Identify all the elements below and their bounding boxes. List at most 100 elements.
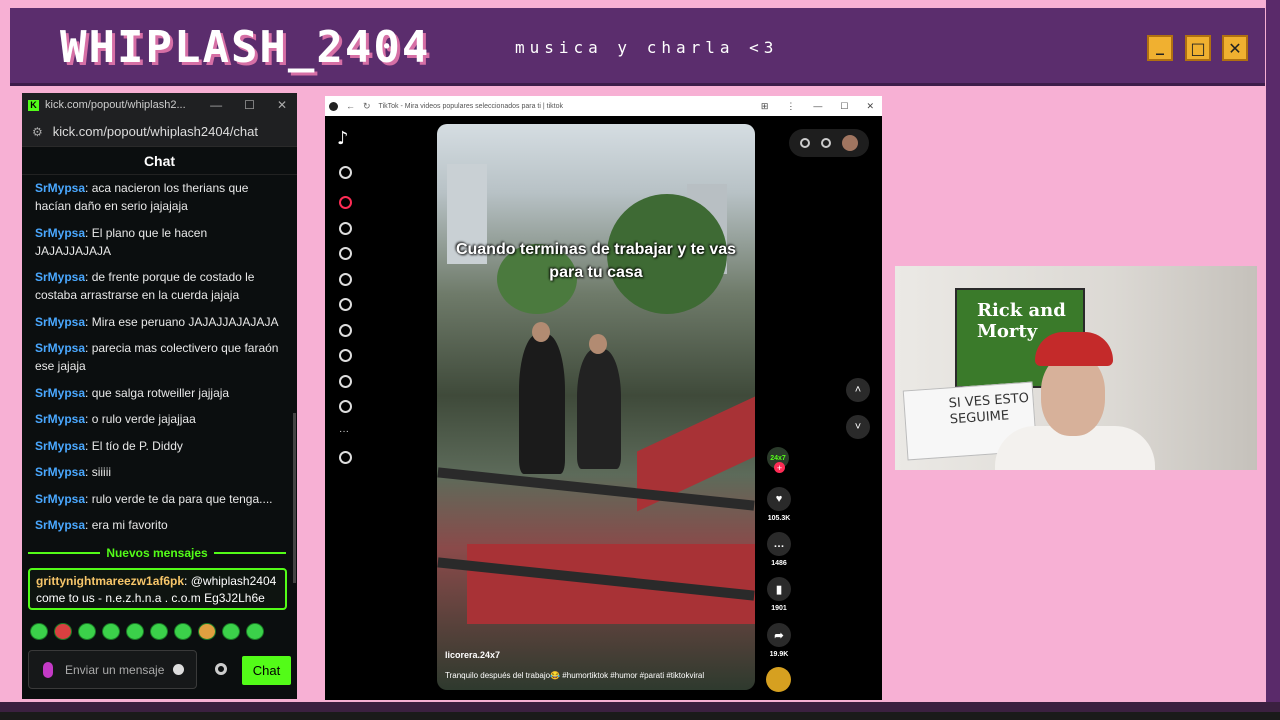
emote-icon[interactable]	[30, 623, 48, 640]
chat-message: SrMypsa: Mira ese peruano JAJAJJAJAJAJA	[35, 313, 284, 331]
upload-icon[interactable]	[339, 324, 352, 337]
chat-message-user[interactable]: SrMypsa	[35, 386, 85, 400]
pedestrian-head	[589, 334, 607, 354]
share-button[interactable]: ➦ 19.9K	[765, 623, 793, 658]
tiktok-sidebar: ♪ ···	[325, 116, 367, 700]
browser-minimize-icon[interactable]: —	[813, 101, 822, 112]
messages-icon[interactable]	[339, 349, 352, 362]
pedestrian-head	[532, 322, 550, 342]
comment-icon: …	[767, 532, 791, 556]
chat-message-user[interactable]: SrMypsa	[35, 518, 85, 532]
browser-menu-icon[interactable]: ⋮	[786, 101, 795, 112]
add-icon[interactable]	[339, 375, 352, 388]
emote-bar	[30, 623, 264, 640]
tiktok-logo-icon[interactable]: ♪	[337, 128, 349, 149]
chat-message: SrMypsa: era mi favorito	[35, 516, 284, 534]
chat-address-bar[interactable]: ⚙ kick.com/popout/whiplash2404/chat	[22, 117, 297, 147]
emote-icon[interactable]	[78, 623, 96, 640]
chat-message-text: : Mira ese peruano JAJAJJAJAJAJA	[85, 314, 279, 329]
like-button[interactable]: ♥ 105.3K	[765, 487, 793, 522]
search-icon[interactable]	[339, 166, 352, 179]
video-author[interactable]: licorera.24x7	[445, 650, 500, 660]
chat-message-user[interactable]: SrMypsa	[35, 465, 85, 479]
chat-message-user[interactable]: SrMypsa	[35, 270, 85, 284]
chat-message-user[interactable]: SrMypsa	[35, 492, 85, 506]
chat-message-text: : o rulo verde jajajjaa	[85, 412, 196, 426]
video-caption: Cuando terminas de trabajar y te vas par…	[455, 241, 737, 281]
following-icon[interactable]	[339, 273, 352, 286]
chat-message-user[interactable]: SrMypsa	[35, 315, 85, 329]
chat-window-titlebar: K kick.com/popout/whiplash2... — ☐ ✕	[22, 93, 297, 117]
chat-message-input[interactable]: Enviar un mensaje	[28, 650, 197, 689]
save-button[interactable]: ▮ 1901	[765, 577, 793, 612]
chat-minimize-icon[interactable]: —	[210, 98, 222, 112]
chat-settings-gear-icon[interactable]	[215, 663, 227, 675]
chat-message: SrMypsa: o rulo verde jajajjaa	[35, 410, 284, 428]
browser-maximize-icon[interactable]: ☐	[840, 101, 848, 112]
tiktok-video-player[interactable]: Cuando terminas de trabajar y te vas par…	[437, 124, 755, 690]
chat-message-user[interactable]: SrMypsa	[35, 341, 85, 355]
chat-message-user[interactable]: SrMypsa	[35, 226, 85, 240]
share-count: 19.9K	[769, 651, 789, 658]
explore-icon[interactable]	[339, 222, 352, 235]
back-arrow-icon[interactable]: ←	[346, 101, 355, 111]
browser-logo-icon	[329, 101, 338, 111]
microphone-icon[interactable]	[43, 661, 53, 678]
chat-message-user[interactable]: SrMypsa	[35, 412, 85, 426]
follow-plus-icon[interactable]: +	[774, 462, 785, 473]
comment-button[interactable]: … 1486	[765, 532, 793, 567]
chat-message-user[interactable]: SrMypsa	[35, 439, 85, 453]
chat-message-user[interactable]: SrMypsa	[35, 181, 85, 195]
account-avatar-icon[interactable]	[339, 451, 352, 464]
emote-icon[interactable]	[126, 623, 144, 640]
home-icon[interactable]	[339, 196, 352, 209]
heart-icon: ♥	[767, 487, 791, 511]
chat-message: SrMypsa: de frente porque de costado le …	[35, 268, 284, 304]
emote-icon[interactable]	[222, 623, 240, 640]
minimize-icon: _	[1147, 35, 1173, 61]
site-settings-icon[interactable]: ⚙	[32, 125, 43, 139]
previous-video-chevron-up-icon[interactable]: ˄	[846, 378, 870, 402]
browser-titlebar: ← ↻ TikTok - Mira videos populares selec…	[325, 96, 882, 116]
emote-icon[interactable]	[150, 623, 168, 640]
coins-icon[interactable]	[800, 138, 811, 148]
maximize-icon: □	[1185, 35, 1211, 61]
chat-close-icon[interactable]: ✕	[277, 98, 287, 112]
emote-icon[interactable]	[198, 623, 216, 640]
browser-close-icon[interactable]: ✕	[866, 101, 874, 112]
more-icon[interactable]: ···	[339, 426, 352, 439]
tiktok-top-controls	[789, 129, 869, 157]
chat-message: SrMypsa: siiiii	[35, 463, 284, 481]
live-icon[interactable]	[339, 247, 352, 260]
channel-name: WHIPLASH_2404	[60, 22, 431, 73]
chat-message: SrMypsa: que salga rotweiller jajjaja	[35, 384, 284, 402]
chat-input-placeholder: Enviar un mensaje	[65, 662, 165, 677]
tiktok-browser-window: ← ↻ TikTok - Mira videos populares selec…	[325, 96, 882, 700]
emote-icon[interactable]	[174, 623, 192, 640]
streamer-face	[1041, 354, 1105, 436]
profile-icon[interactable]	[339, 400, 352, 413]
chat-scrollbar[interactable]	[293, 413, 296, 583]
chat-maximize-icon[interactable]: ☐	[244, 98, 255, 112]
friends-icon[interactable]	[339, 298, 352, 311]
send-chat-button[interactable]: Chat	[242, 656, 291, 685]
emote-icon[interactable]	[246, 623, 264, 640]
highlighted-message-user[interactable]: grittynightmareezw1af6pk	[36, 574, 184, 588]
user-avatar[interactable]	[841, 135, 858, 151]
reload-icon[interactable]: ↻	[363, 101, 371, 112]
translate-icon[interactable]: ⊞	[761, 101, 769, 112]
emote-icon[interactable]	[102, 623, 120, 640]
chat-message-text: : era mi favorito	[85, 518, 168, 532]
highlighted-message: grittynightmareezw1af6pk: @whiplash2404 …	[28, 568, 287, 610]
emoji-picker-icon[interactable]	[173, 664, 184, 675]
emote-icon[interactable]	[54, 623, 72, 640]
next-video-chevron-down-icon[interactable]: ˅	[846, 415, 870, 439]
share-icon: ➦	[767, 623, 791, 647]
new-messages-divider[interactable]: Nuevos mensajes	[28, 544, 287, 562]
chat-message: SrMypsa: parecia mas colectivero que far…	[35, 339, 284, 375]
device-icon[interactable]	[820, 138, 831, 148]
new-messages-label[interactable]: Nuevos mensajes	[100, 546, 213, 560]
music-disc-icon[interactable]	[766, 667, 791, 692]
pedestrian	[577, 349, 621, 469]
chat-message: SrMypsa: aca nacieron los therians que h…	[35, 179, 284, 215]
